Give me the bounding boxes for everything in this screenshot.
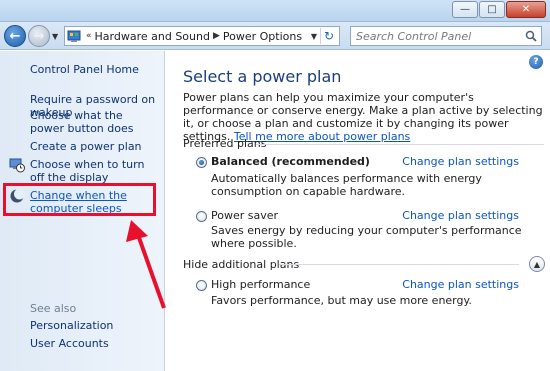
back-arrow-icon[interactable]: ← [4,25,26,47]
refresh-icon[interactable]: ↻ [320,28,337,44]
close-button[interactable]: ✕ [506,1,546,18]
sidebar-item-power-button[interactable]: Choose what the power button does [30,109,160,135]
see-also-heading: See also [30,302,77,315]
plan-desc-balanced: Automatically balances performance with … [211,172,482,198]
breadcrumb-power-options[interactable]: Power Options [223,30,302,43]
breadcrumb-separator-icon[interactable]: ▶ [210,31,223,41]
main-content: ? Select a power plan Power plans can he… [166,51,550,371]
sidebar-item-create-plan[interactable]: Create a power plan [30,140,160,153]
plan-name-high-performance: High performance [211,278,311,291]
search-icon[interactable] [525,30,537,42]
radio-balanced[interactable] [196,157,207,168]
highlight-box [3,183,156,216]
collapse-chevron-icon[interactable]: ▲ [529,256,545,272]
radio-power-saver[interactable] [196,211,207,222]
forward-arrow-icon[interactable]: → [28,25,50,47]
sidebar-item-personalization[interactable]: Personalization [30,319,160,332]
radio-high-performance[interactable] [196,280,207,291]
breadcrumb-hardware-and-sound[interactable]: Hardware and Sound [95,30,210,43]
recent-pages-chevron-icon[interactable]: ▼ [52,32,58,41]
plan-desc-power-saver: Saves energy by reducing your computer's… [211,224,522,250]
breadcrumb-overflow-icon[interactable]: « [83,31,95,41]
preferred-plans-heading: Preferred plans [183,137,267,150]
control-panel-icon [65,27,83,45]
page-title: Select a power plan [183,67,342,86]
sidebar-item-turn-off-display[interactable]: Choose when to turn off the display [30,158,160,184]
change-plan-settings-balanced[interactable]: Change plan settings [402,155,519,168]
address-bar[interactable]: « Hardware and Sound ▶ Power Options ▼ ↻ [64,26,340,46]
navigation-bar: ← → ▼ « Hardware and Sound ▶ Power Optio… [0,22,550,50]
help-icon[interactable]: ? [529,55,543,69]
intro-text: Power plans can help you maximize your c… [183,91,545,143]
window-controls: — □ ✕ [452,1,546,18]
display-clock-icon [9,158,25,173]
address-dropdown-icon[interactable]: ▼ [311,32,317,41]
search-box [350,26,542,46]
plan-desc-high-performance: Favors performance, but may use more ene… [211,294,472,307]
control-panel-home-link[interactable]: Control Panel Home [30,63,160,76]
change-plan-settings-high-performance[interactable]: Change plan settings [402,278,519,291]
sidebar-item-user-accounts[interactable]: User Accounts [30,337,160,350]
change-plan-settings-power-saver[interactable]: Change plan settings [402,209,519,222]
plan-name-power-saver: Power saver [211,209,279,222]
minimize-button[interactable]: — [452,1,478,18]
plan-name-balanced: Balanced (recommended) [211,155,370,168]
preferred-divider [256,144,544,145]
additional-divider [279,264,519,265]
window-titlebar: — □ ✕ [0,0,550,22]
search-input[interactable] [356,29,521,43]
maximize-button[interactable]: □ [479,1,505,18]
